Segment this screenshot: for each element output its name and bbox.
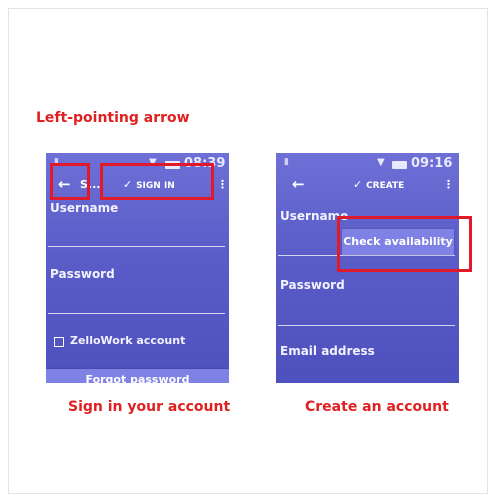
battery-icon [392, 161, 407, 169]
arrow-annotation-caption: Left-pointing arrow [36, 110, 190, 126]
back-arrow-icon[interactable]: ← [292, 175, 305, 193]
username-field[interactable] [48, 246, 225, 247]
checkmark-icon: ✓ [353, 178, 363, 191]
email-address-label: Email address [280, 344, 375, 358]
username-label: Username [50, 201, 119, 215]
password-field[interactable] [278, 325, 455, 326]
status-time: 09:16 [411, 156, 453, 171]
password-label: Password [280, 278, 345, 292]
forgot-password-label: Forgot password [85, 373, 190, 383]
status-bar: ▮ ▼ 09:16 [276, 153, 459, 175]
back-arrow-highlight [50, 163, 90, 200]
create-button[interactable]: ✓ CREATE [353, 178, 404, 191]
forgot-password-button[interactable]: Forgot password [46, 369, 229, 383]
zellowork-label: ZelloWork account [70, 334, 186, 347]
create-toolbar: ← ✓ CREATE ⋮ [276, 173, 459, 199]
password-label: Password [50, 267, 115, 281]
create-caption: Create an account [305, 399, 449, 415]
sign-in-highlight [100, 163, 214, 200]
overflow-menu-icon[interactable]: ⋮ [443, 178, 454, 191]
check-availability-highlight [337, 216, 472, 272]
overflow-menu-icon[interactable]: ⋮ [217, 178, 228, 191]
signal-icon: ▮ [284, 157, 289, 167]
zellowork-checkbox[interactable] [54, 337, 64, 347]
create-label: CREATE [366, 181, 405, 191]
password-field[interactable] [48, 313, 225, 314]
signin-caption: Sign in your account [68, 399, 231, 415]
wifi-icon: ▼ [377, 157, 385, 168]
